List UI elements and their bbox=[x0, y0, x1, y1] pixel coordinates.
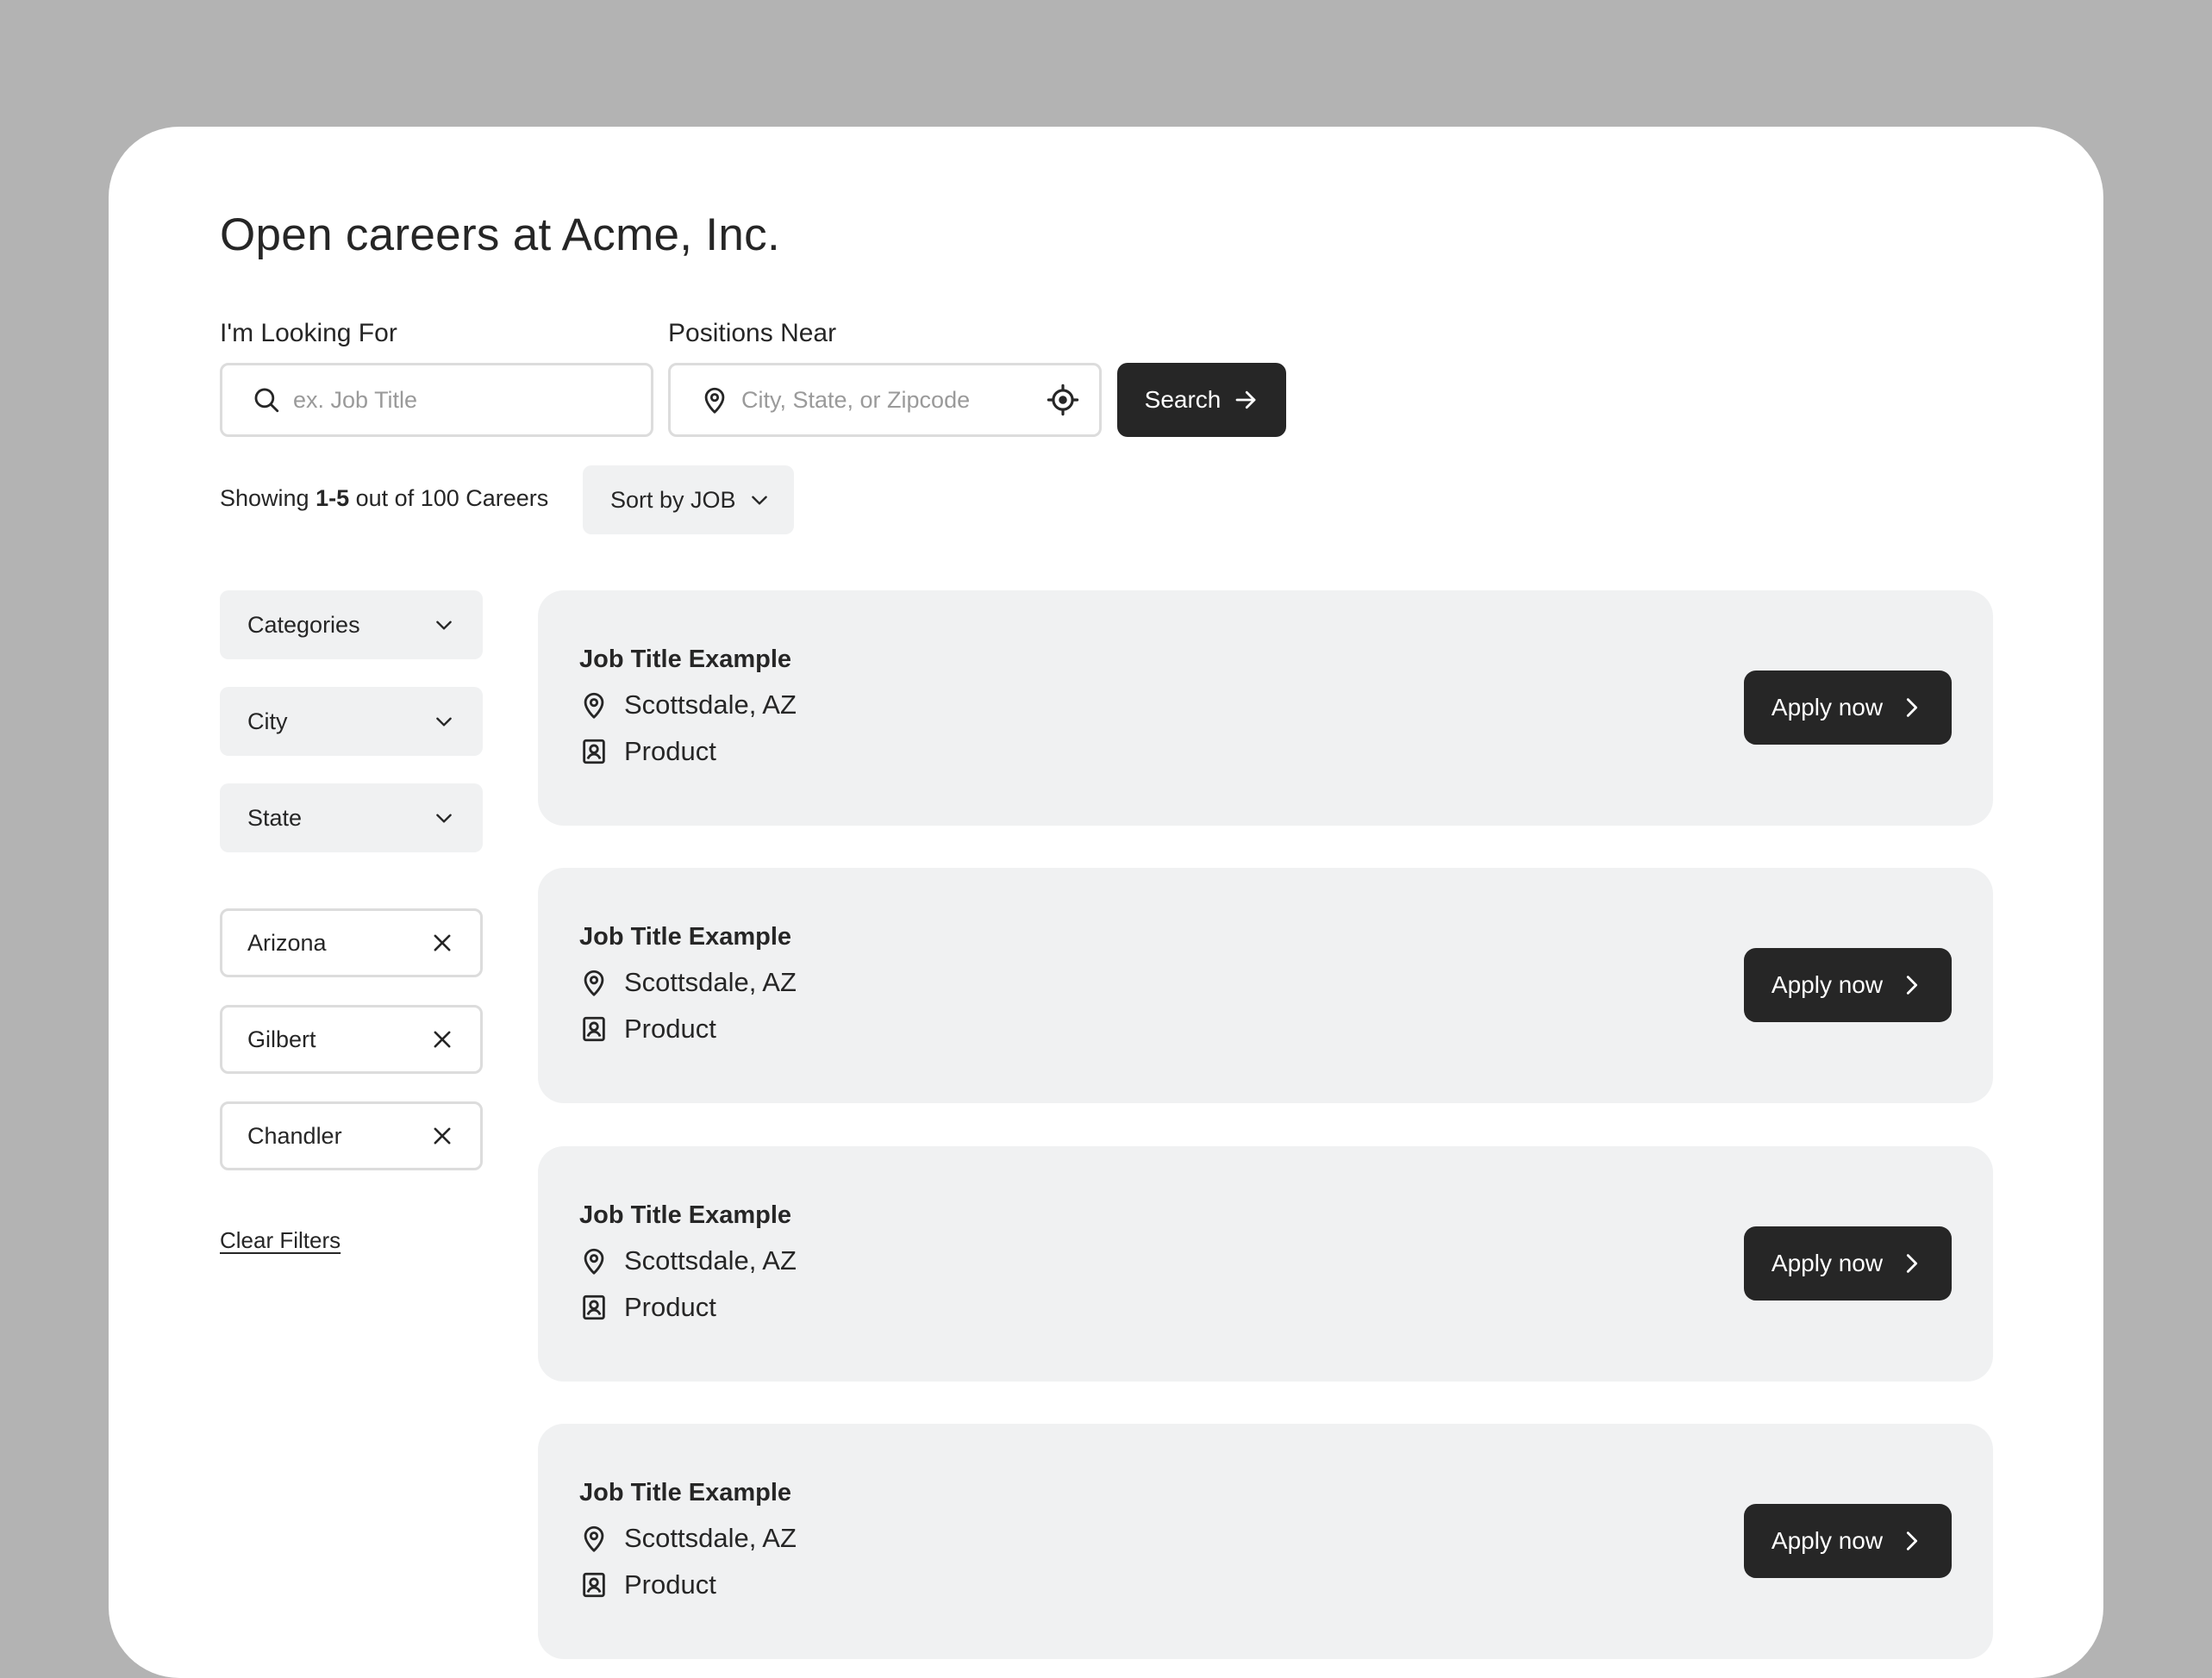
filter-chip-label: Gilbert bbox=[247, 1026, 316, 1052]
apply-now-label: Apply now bbox=[1771, 1250, 1884, 1276]
search-icon bbox=[252, 385, 281, 415]
job-title: Job Title Example bbox=[579, 1201, 792, 1229]
sort-label: Sort by JOB bbox=[610, 486, 736, 513]
job-title: Job Title Example bbox=[579, 1479, 792, 1506]
apply-now-label: Apply now bbox=[1771, 1527, 1884, 1554]
filter-dropdown-categories[interactable]: Categories bbox=[220, 590, 483, 659]
crosshair-icon[interactable] bbox=[1047, 384, 1079, 416]
filter-dropdown-label: Categories bbox=[247, 611, 360, 638]
results-prefix: Showing bbox=[220, 485, 309, 511]
id-badge-icon bbox=[579, 737, 609, 766]
filter-chip-chandler: Chandler bbox=[220, 1101, 483, 1170]
job-department: Product bbox=[579, 736, 716, 767]
sort-dropdown[interactable]: Sort by JOB bbox=[583, 465, 794, 534]
chevron-down-icon bbox=[433, 614, 455, 636]
search-button-label: Search bbox=[1144, 386, 1222, 413]
map-pin-icon bbox=[579, 690, 609, 720]
id-badge-icon bbox=[579, 1293, 609, 1322]
results-summary: Showing 1-5 out of 100 Careers bbox=[220, 485, 548, 512]
job-department-text: Product bbox=[624, 736, 716, 766]
clear-filters-link[interactable]: Clear Filters bbox=[220, 1227, 341, 1254]
filter-dropdown-label: City bbox=[247, 708, 288, 734]
job-department: Product bbox=[579, 1292, 716, 1323]
chevron-right-icon bbox=[1900, 1529, 1924, 1553]
keyword-input[interactable] bbox=[293, 386, 651, 414]
search-button[interactable]: Search bbox=[1117, 363, 1286, 437]
filter-chip-gilbert: Gilbert bbox=[220, 1005, 483, 1074]
map-pin-icon bbox=[579, 968, 609, 997]
location-input[interactable] bbox=[741, 386, 1047, 414]
page-title: Open careers at Acme, Inc. bbox=[220, 209, 780, 260]
map-pin-icon bbox=[579, 1524, 609, 1553]
filter-chip-arizona: Arizona bbox=[220, 908, 483, 977]
apply-now-label: Apply now bbox=[1771, 971, 1884, 998]
apply-now-button[interactable]: Apply now bbox=[1744, 948, 1952, 1022]
job-title: Job Title Example bbox=[579, 923, 792, 951]
job-department: Product bbox=[579, 1014, 716, 1045]
job-card: Job Title Example Scottsdale, AZ Product… bbox=[538, 590, 1993, 826]
apply-now-button[interactable]: Apply now bbox=[1744, 1226, 1952, 1301]
job-location: Scottsdale, AZ bbox=[579, 1245, 797, 1276]
filter-dropdown-state[interactable]: State bbox=[220, 783, 483, 852]
filter-dropdown-city[interactable]: City bbox=[220, 687, 483, 756]
job-card: Job Title Example Scottsdale, AZ Product… bbox=[538, 1146, 1993, 1382]
results-suffix: out of 100 Careers bbox=[355, 485, 549, 511]
job-location-text: Scottsdale, AZ bbox=[624, 689, 797, 720]
job-card: Job Title Example Scottsdale, AZ Product… bbox=[538, 1424, 1993, 1659]
keyword-label: I'm Looking For bbox=[220, 319, 397, 347]
id-badge-icon bbox=[579, 1570, 609, 1600]
keyword-input-box[interactable] bbox=[220, 363, 653, 437]
job-location: Scottsdale, AZ bbox=[579, 689, 797, 720]
apply-now-button[interactable]: Apply now bbox=[1744, 671, 1952, 745]
close-icon[interactable] bbox=[430, 1027, 454, 1051]
close-icon[interactable] bbox=[430, 1124, 454, 1148]
chevron-right-icon bbox=[1900, 1251, 1924, 1276]
job-department-text: Product bbox=[624, 1569, 716, 1600]
job-department: Product bbox=[579, 1569, 716, 1600]
filter-chip-label: Chandler bbox=[247, 1122, 342, 1149]
job-department-text: Product bbox=[624, 1014, 716, 1044]
arrow-right-icon bbox=[1233, 387, 1259, 413]
id-badge-icon bbox=[579, 1014, 609, 1044]
chevron-down-icon bbox=[748, 489, 771, 511]
map-pin-icon bbox=[579, 1246, 609, 1276]
job-card: Job Title Example Scottsdale, AZ Product… bbox=[538, 868, 1993, 1103]
job-department-text: Product bbox=[624, 1292, 716, 1322]
filter-dropdown-label: State bbox=[247, 804, 303, 831]
apply-now-button[interactable]: Apply now bbox=[1744, 1504, 1952, 1578]
job-location: Scottsdale, AZ bbox=[579, 967, 797, 998]
location-label: Positions Near bbox=[668, 319, 837, 347]
close-icon[interactable] bbox=[430, 931, 454, 955]
chevron-down-icon bbox=[433, 807, 455, 829]
apply-now-label: Apply now bbox=[1771, 694, 1884, 720]
job-location: Scottsdale, AZ bbox=[579, 1523, 797, 1554]
job-location-text: Scottsdale, AZ bbox=[624, 1523, 797, 1553]
job-location-text: Scottsdale, AZ bbox=[624, 1245, 797, 1276]
job-title: Job Title Example bbox=[579, 646, 792, 673]
location-input-box[interactable] bbox=[668, 363, 1102, 437]
results-range: 1-5 bbox=[316, 485, 350, 511]
chevron-right-icon bbox=[1900, 973, 1924, 997]
chevron-right-icon bbox=[1900, 696, 1924, 720]
chevron-down-icon bbox=[433, 710, 455, 733]
filter-chip-label: Arizona bbox=[247, 929, 327, 956]
job-location-text: Scottsdale, AZ bbox=[624, 967, 797, 997]
map-pin-icon bbox=[700, 385, 729, 415]
